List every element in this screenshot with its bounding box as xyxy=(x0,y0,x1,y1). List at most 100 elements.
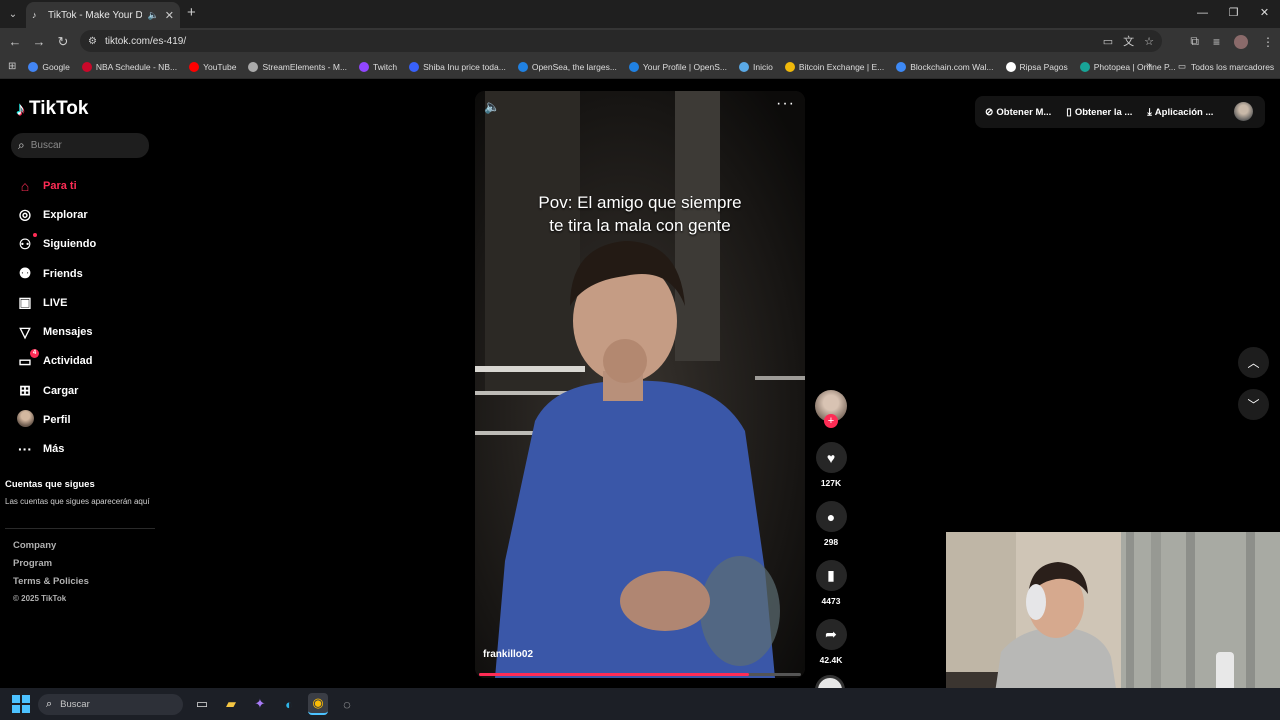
get-app-button[interactable]: ▯ Obtener la ... xyxy=(1066,107,1132,118)
minimize-button[interactable]: — xyxy=(1187,0,1218,28)
all-bookmarks-label: Todos los marcadores xyxy=(1191,61,1275,72)
bookmarks-overflow-icon[interactable]: » xyxy=(1146,60,1152,71)
restore-button[interactable]: ❐ xyxy=(1218,0,1249,28)
button-label: Aplicación ... xyxy=(1154,106,1214,118)
bookmark-item[interactable]: Your Profile | OpenS... xyxy=(628,61,727,72)
like-action: ♥ 127K xyxy=(815,442,847,488)
video-progress-fill xyxy=(479,673,750,676)
bookmark-item[interactable]: OpenSea, the larges... xyxy=(517,61,617,72)
address-bar[interactable]: ⚙ tiktok.com/es-419/ ▭ 文 ☆ xyxy=(80,30,1162,52)
apps-grid-icon[interactable]: ⊞ xyxy=(8,61,16,72)
get-coins-button[interactable]: ⊘ Obtener M... xyxy=(985,107,1051,118)
comment-count: 298 xyxy=(823,537,839,547)
bookmark-icon[interactable]: ▮ xyxy=(815,560,847,591)
sidebar-item-siguiendo[interactable]: ⚇ Siguiendo xyxy=(16,230,96,259)
next-video-button[interactable]: ﹀ xyxy=(1238,389,1269,420)
bookmark-item[interactable]: NBA Schedule - NB... xyxy=(81,61,178,72)
video-player[interactable]: 🔈 ··· Pov: El amigo que siempre te tira … xyxy=(475,91,805,678)
avatar-icon xyxy=(16,410,34,430)
previous-video-button[interactable]: ︿ xyxy=(1238,347,1269,378)
reload-button[interactable]: ↻ xyxy=(51,34,75,50)
follow-plus-icon[interactable]: + xyxy=(824,414,838,428)
tab-search-button[interactable]: ⌄ xyxy=(4,5,22,23)
bookmark-item[interactable]: Google xyxy=(28,61,70,72)
bookmark-item[interactable]: Ripsa Pagos xyxy=(1005,61,1068,72)
search-icon: ⌕ xyxy=(46,698,53,710)
phone-icon: ▯ xyxy=(1066,106,1072,118)
heart-icon[interactable]: ♥ xyxy=(815,442,847,473)
bookmark-item[interactable]: Twitch xyxy=(359,61,397,72)
file-explorer-icon[interactable]: ▰ xyxy=(221,693,241,715)
bookmark-favicon-icon xyxy=(517,61,528,72)
sidebar-item-perfil[interactable]: Perfil xyxy=(16,405,96,434)
video-actions: + ♥ 127K ● 298 ▮ 4473 ➦ 42.4K xyxy=(815,390,847,705)
footer-link-company[interactable]: Company xyxy=(13,540,89,558)
bookmark-item[interactable]: Inicio xyxy=(739,61,773,72)
bookmark-label: NBA Schedule - NB... xyxy=(95,61,178,72)
bookmark-item[interactable]: Bitcoin Exchange | E... xyxy=(784,61,884,72)
search-input[interactable]: ⌕ Buscar xyxy=(11,133,149,158)
sidebar-item-mensajes[interactable]: ▽ Mensajes xyxy=(16,317,96,346)
sidebar-nav: ⌂ Para ti ◎ Explorar ⚇ Siguiendo ⚉ Frien… xyxy=(16,171,96,464)
edge-icon[interactable]: ◐ xyxy=(279,693,299,715)
task-view-icon[interactable]: ▭ xyxy=(192,693,212,715)
chrome-icon[interactable]: ◉ xyxy=(308,693,328,715)
comment-action: ● 298 xyxy=(815,501,847,547)
forward-button[interactable]: → xyxy=(27,34,51,49)
creator-avatar[interactable]: + xyxy=(815,390,847,428)
sidebar-item-explorar[interactable]: ◎ Explorar xyxy=(16,200,96,229)
browser-tab[interactable]: ♪ TikTok - Make Your Day 🔈 ✕ xyxy=(26,2,180,28)
sidebar-footer: Company Program Terms & Policies © 2025 … xyxy=(13,540,89,612)
bookmark-item[interactable]: Blockchain.com Wal... xyxy=(896,61,994,72)
sidebar-item-friends[interactable]: ⚉ Friends xyxy=(16,259,96,288)
bookmark-item[interactable]: Photopea | Online P... xyxy=(1079,61,1176,72)
tab-audio-icon[interactable]: 🔈 xyxy=(148,10,159,21)
sidebar-item-actividad[interactable]: ▭ 4 Actividad xyxy=(16,347,96,376)
sidebar-item-mas[interactable]: ··· Más xyxy=(16,435,96,464)
tab-close-icon[interactable]: ✕ xyxy=(165,9,174,22)
sidebar-item-live[interactable]: ▣ LIVE xyxy=(16,288,96,317)
media-control-icon[interactable]: ≡ xyxy=(1213,35,1220,49)
bookmark-label: StreamElements - M... xyxy=(262,61,348,72)
video-more-icon[interactable]: ··· xyxy=(776,95,795,113)
bookmark-label: OpenSea, the larges... xyxy=(531,61,617,72)
footer-link-terms[interactable]: Terms & Policies xyxy=(13,576,89,594)
send-icon: ▽ xyxy=(19,323,31,340)
new-tab-button[interactable]: + xyxy=(187,4,196,21)
windows-start-icon[interactable] xyxy=(12,695,30,713)
url-text: tiktok.com/es-419/ xyxy=(104,35,187,47)
bookmark-star-icon[interactable]: ☆ xyxy=(1144,35,1154,48)
volume-icon[interactable]: 🔈 xyxy=(484,99,500,115)
translate-icon[interactable]: 文 xyxy=(1123,33,1134,49)
sidebar-item-cargar[interactable]: ⊞ Cargar xyxy=(16,376,96,405)
bookmark-item[interactable]: YouTube xyxy=(189,61,236,72)
more-icon: ··· xyxy=(18,441,32,458)
notification-dot xyxy=(33,232,37,237)
video-author[interactable]: frankillo02 xyxy=(483,649,533,660)
site-info-icon[interactable]: ⚙ xyxy=(88,36,97,47)
obs-icon[interactable]: ◌ xyxy=(337,693,357,715)
share-icon[interactable]: ➦ xyxy=(815,619,847,650)
bookmark-item[interactable]: StreamElements - M... xyxy=(248,61,348,72)
footer-link-program[interactable]: Program xyxy=(13,558,89,576)
video-progress-bar[interactable] xyxy=(479,673,801,676)
sidebar-item-para-ti[interactable]: ⌂ Para ti xyxy=(16,171,96,200)
extensions-icon[interactable]: ⧉ xyxy=(1190,34,1199,49)
tiktok-logo[interactable]: ♪ TikTok xyxy=(16,98,88,120)
all-bookmarks-folder[interactable]: ▭ Todos los marcadores xyxy=(1178,61,1274,72)
bookmark-item[interactable]: Shiba Inu price toda... xyxy=(409,61,506,72)
desktop-app-button[interactable]: ⤓ Aplicación ... xyxy=(1147,107,1213,118)
copilot-icon[interactable]: ✦ xyxy=(250,693,270,715)
back-button[interactable]: ← xyxy=(3,34,27,49)
sidebar-item-label: Más xyxy=(43,443,65,456)
bookmark-favicon-icon xyxy=(896,61,907,72)
user-avatar[interactable] xyxy=(1234,102,1253,121)
home-icon: ⌂ xyxy=(20,177,30,194)
close-window-button[interactable]: ✕ xyxy=(1249,0,1280,28)
sidebar-item-label: Siguiendo xyxy=(43,238,97,251)
cast-icon[interactable]: ▭ xyxy=(1103,35,1113,48)
taskbar-search-input[interactable]: ⌕ Buscar xyxy=(38,694,183,715)
browser-menu-icon[interactable]: ⋮ xyxy=(1262,35,1274,49)
profile-avatar-icon[interactable] xyxy=(1234,34,1248,49)
comment-icon[interactable]: ● xyxy=(815,501,847,532)
